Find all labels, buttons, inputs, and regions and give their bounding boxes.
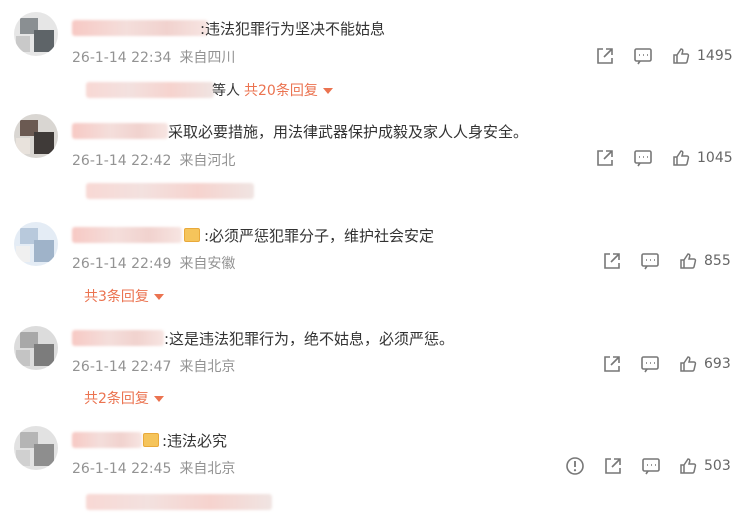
like-icon[interactable] [671, 46, 691, 66]
reply-summary[interactable]: 共2条回复 [84, 388, 164, 408]
chevron-down-icon[interactable] [153, 396, 164, 402]
reply-summary[interactable]: 共3条回复 [84, 286, 164, 306]
comment-icon[interactable] [640, 354, 660, 374]
comment-time: 26-1-14 22:49 [72, 256, 172, 272]
share-icon[interactable] [603, 456, 623, 476]
share-icon[interactable] [595, 46, 615, 66]
like-icon[interactable] [678, 251, 698, 271]
username-redacted[interactable] [72, 330, 164, 346]
username-redacted[interactable] [72, 20, 208, 36]
vip-badge-icon [143, 433, 159, 447]
chevron-down-icon[interactable] [322, 88, 333, 94]
avatar[interactable] [14, 12, 58, 56]
share-icon[interactable] [595, 148, 615, 168]
comment-meta: 26-1-14 22:45 来自北京 [72, 458, 235, 478]
reply-names-redacted[interactable] [86, 183, 254, 199]
vip-badge-icon [184, 228, 200, 242]
comment-text: 采取必要措施，用法律武器保护成毅及家人人身安全。 [168, 123, 529, 141]
comment-meta: 26-1-14 22:49 来自安徽 [72, 253, 235, 273]
comment-location: 来自河北 [179, 153, 236, 169]
comment-text: :这是违法犯罪行为，绝不姑息，必须严惩。 [164, 330, 455, 348]
like-count: 1045 [697, 150, 733, 166]
share-icon[interactable] [602, 251, 622, 271]
like-icon[interactable] [671, 148, 691, 168]
reply-count-link[interactable]: 共3条回复 [84, 289, 149, 305]
comment-location: 来自北京 [179, 359, 236, 375]
comment-icon[interactable] [633, 148, 653, 168]
like-icon[interactable] [678, 456, 698, 476]
comment-icon[interactable] [641, 456, 661, 476]
comment-time: 26-1-14 22:42 [72, 153, 172, 169]
comment-meta: 26-1-14 22:42 来自河北 [72, 150, 235, 170]
comment-location: 来自北京 [179, 461, 236, 477]
avatar[interactable] [14, 114, 58, 158]
comment-meta: 26-1-14 22:47 来自北京 [72, 356, 235, 376]
avatar[interactable] [14, 426, 58, 470]
report-icon[interactable] [565, 456, 585, 476]
reply-names-redacted[interactable] [86, 494, 272, 510]
comment-icon[interactable] [640, 251, 660, 271]
comment-icon[interactable] [633, 46, 653, 66]
comment-text: :违法犯罪行为坚决不能姑息 [200, 20, 386, 38]
reply-count-link[interactable]: 共2条回复 [84, 391, 149, 407]
like-count: 855 [704, 253, 731, 269]
reply-summary[interactable]: 等人 共20条回复 [212, 80, 333, 100]
avatar[interactable] [14, 222, 58, 266]
comment-time: 26-1-14 22:34 [72, 50, 172, 66]
like-count: 693 [704, 356, 731, 372]
like-count: 503 [704, 458, 731, 474]
reply-count-link[interactable]: 共20条回复 [244, 83, 318, 99]
comment-time: 26-1-14 22:45 [72, 461, 172, 477]
comment-text: :必须严惩犯罪分子，维护社会安定 [204, 227, 435, 245]
username-redacted[interactable] [72, 227, 182, 243]
avatar[interactable] [14, 326, 58, 370]
comment-location: 来自安徽 [179, 256, 236, 272]
comment-time: 26-1-14 22:47 [72, 359, 172, 375]
username-redacted[interactable] [72, 123, 168, 139]
chevron-down-icon[interactable] [153, 294, 164, 300]
reply-names-redacted[interactable] [86, 82, 214, 98]
like-icon[interactable] [678, 354, 698, 374]
username-redacted[interactable] [72, 432, 142, 448]
comment-location: 来自四川 [179, 50, 236, 66]
reply-prefix: 等人 [212, 83, 240, 99]
share-icon[interactable] [602, 354, 622, 374]
comment-meta: 26-1-14 22:34 来自四川 [72, 47, 235, 67]
like-count: 1495 [697, 48, 733, 64]
comment-text: :违法必究 [162, 432, 228, 450]
